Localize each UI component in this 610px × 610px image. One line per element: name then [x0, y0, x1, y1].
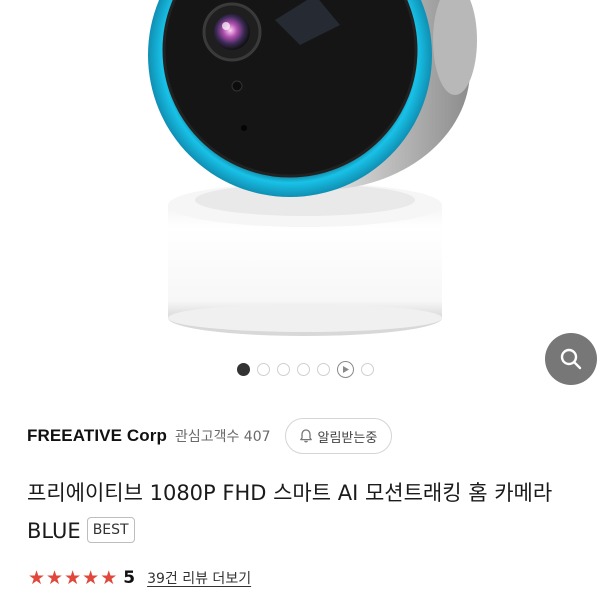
best-badge: BEST [86, 517, 135, 543]
notification-toggle-button[interactable]: 알림받는중 [284, 418, 393, 454]
home-security-camera-image [148, 0, 477, 336]
gallery-dot-7[interactable] [360, 363, 374, 376]
bell-icon [299, 429, 312, 443]
gallery-dot-1[interactable] [236, 363, 250, 376]
seller-info: FREEATIVE Corp 관심고객수 407 알림받는중 [27, 418, 393, 454]
star-icon: ★ [82, 566, 100, 589]
seller-name[interactable]: FREEATIVE Corp [27, 426, 167, 446]
gallery-dot-5[interactable] [316, 363, 330, 376]
play-icon [342, 366, 349, 373]
search-button[interactable] [545, 333, 597, 385]
rating-score: 5 [123, 568, 136, 588]
rating-summary: ★ ★ ★ ★ ★ 5 39건 리뷰 더보기 [28, 565, 251, 591]
product-title-block: 프리에이티브 1080P FHD 스마트 AI 모션트래킹 홈 카메라 BLUE… [27, 474, 587, 550]
star-icon: ★ [46, 566, 64, 589]
search-icon [560, 348, 582, 370]
star-icon: ★ [28, 566, 46, 589]
gallery-pagination [0, 361, 610, 379]
star-icon: ★ [64, 566, 82, 589]
gallery-dot-video[interactable] [336, 361, 354, 378]
gallery-dot-2[interactable] [256, 363, 270, 376]
star-rating: ★ ★ ★ ★ ★ [28, 566, 118, 589]
follower-count: 관심고객수 407 [174, 429, 271, 445]
gallery-dot-4[interactable] [296, 363, 310, 376]
gallery-dot-3[interactable] [276, 363, 290, 376]
notification-toggle-label: 알림받는중 [317, 430, 378, 446]
review-more-link[interactable]: 39건 리뷰 더보기 [147, 568, 251, 588]
star-icon: ★ [100, 566, 118, 589]
product-image[interactable] [0, 0, 610, 395]
